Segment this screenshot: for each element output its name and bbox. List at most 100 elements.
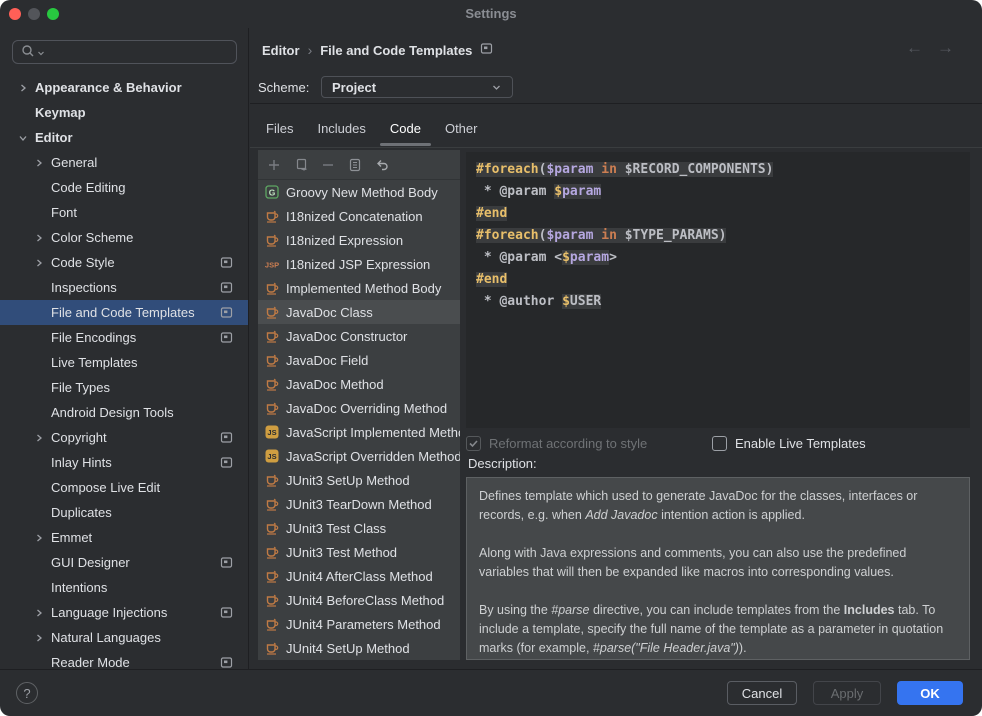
sidebar-item-label: File Encodings [51, 330, 136, 345]
sidebar-item-file-and-code-templates[interactable]: File and Code Templates [0, 300, 248, 325]
forward-arrow-icon[interactable]: → [937, 38, 954, 58]
sidebar-item-label: Reader Mode [51, 655, 130, 669]
sidebar-item-android-design-tools[interactable]: Android Design Tools [0, 400, 248, 425]
scheme-value: Project [332, 80, 376, 95]
cancel-button[interactable]: Cancel [727, 681, 797, 705]
search-history-chevron-icon[interactable] [37, 45, 45, 60]
live-templates-checkbox[interactable] [712, 436, 727, 451]
sidebar-item-language-injections[interactable]: Language Injections [0, 600, 248, 625]
template-item-javascript-implemented-method[interactable]: JSJavaScript Implemented Method [258, 420, 460, 444]
sidebar-item-label: Color Scheme [51, 230, 133, 245]
chevron-right-icon[interactable] [16, 83, 30, 93]
project-level-icon [220, 306, 233, 319]
template-item-i18nized-concatenation[interactable]: I18nized Concatenation [258, 204, 460, 228]
tabs-divider [250, 147, 982, 148]
sidebar-item-gui-designer[interactable]: GUI Designer [0, 550, 248, 575]
template-item-javadoc-constructor[interactable]: JavaDoc Constructor [258, 324, 460, 348]
breadcrumb-separator-icon: › [308, 42, 313, 58]
template-item-label: JUnit4 BeforeClass Method [286, 593, 444, 608]
template-item-implemented-method-body[interactable]: Implemented Method Body [258, 276, 460, 300]
template-item-javadoc-class[interactable]: JavaDoc Class [258, 300, 460, 324]
sidebar-item-inlay-hints[interactable]: Inlay Hints [0, 450, 248, 475]
template-item-i18nized-jsp-expression[interactable]: JSPI18nized JSP Expression [258, 252, 460, 276]
tab-includes[interactable]: Includes [307, 116, 375, 142]
plus-icon[interactable] [265, 156, 283, 174]
help-icon: ? [23, 686, 30, 701]
tab-files[interactable]: Files [256, 116, 303, 142]
reformat-option[interactable]: Reformat according to style [466, 436, 647, 451]
template-item-junit4-setup-method[interactable]: JUnit4 SetUp Method [258, 636, 460, 660]
duplicate-icon[interactable] [292, 156, 310, 174]
sidebar-item-file-encodings[interactable]: File Encodings [0, 325, 248, 350]
template-item-junit3-test-class[interactable]: JUnit3 Test Class [258, 516, 460, 540]
search-input[interactable] [47, 45, 207, 60]
template-code-editor[interactable]: #foreach($param in $RECORD_COMPONENTS) *… [466, 152, 970, 428]
sidebar-item-inspections[interactable]: Inspections [0, 275, 248, 300]
footer-bar: ? Cancel Apply OK [0, 669, 982, 716]
template-item-label: JUnit4 SetUp Method [286, 641, 410, 656]
sidebar-item-editor[interactable]: Editor [0, 125, 248, 150]
sidebar-item-code-editing[interactable]: Code Editing [0, 175, 248, 200]
undo-icon[interactable] [373, 156, 391, 174]
sidebar-item-intentions[interactable]: Intentions [0, 575, 248, 600]
copy-icon[interactable] [346, 156, 364, 174]
sidebar-item-duplicates[interactable]: Duplicates [0, 500, 248, 525]
sidebar-item-file-types[interactable]: File Types [0, 375, 248, 400]
template-item-i18nized-expression[interactable]: I18nized Expression [258, 228, 460, 252]
back-arrow-icon[interactable]: ← [906, 38, 923, 58]
sidebar-item-font[interactable]: Font [0, 200, 248, 225]
sidebar-item-natural-languages[interactable]: Natural Languages [0, 625, 248, 650]
chevron-right-icon[interactable] [32, 433, 46, 443]
template-item-label: JavaDoc Overriding Method [286, 401, 447, 416]
breadcrumb-editor[interactable]: Editor [262, 43, 300, 58]
chevron-right-icon[interactable] [32, 633, 46, 643]
chevron-down-icon[interactable] [16, 133, 30, 143]
sidebar-item-copyright[interactable]: Copyright [0, 425, 248, 450]
chevron-right-icon[interactable] [32, 158, 46, 168]
sidebar-item-color-scheme[interactable]: Color Scheme [0, 225, 248, 250]
sidebar-item-label: Code Style [51, 255, 115, 270]
svg-text:JS: JS [267, 428, 276, 437]
apply-button[interactable]: Apply [813, 681, 881, 705]
cup-icon [264, 305, 280, 319]
ok-button[interactable]: OK [897, 681, 963, 705]
template-item-junit3-teardown-method[interactable]: JUnit3 TearDown Method [258, 492, 460, 516]
scheme-dropdown[interactable]: Project [321, 76, 513, 98]
chevron-right-icon[interactable] [32, 533, 46, 543]
template-item-junit3-setup-method[interactable]: JUnit3 SetUp Method [258, 468, 460, 492]
template-item-junit4-parameters-method[interactable]: JUnit4 Parameters Method [258, 612, 460, 636]
reformat-checkbox[interactable] [466, 436, 481, 451]
template-item-label: JUnit3 Test Method [286, 545, 397, 560]
sidebar-item-code-style[interactable]: Code Style [0, 250, 248, 275]
tab-code[interactable]: Code [380, 116, 431, 142]
live-templates-option[interactable]: Enable Live Templates [712, 436, 866, 451]
sidebar-item-live-templates[interactable]: Live Templates [0, 350, 248, 375]
template-item-javadoc-overriding-method[interactable]: JavaDoc Overriding Method [258, 396, 460, 420]
cup-icon [264, 569, 280, 583]
minus-icon[interactable] [319, 156, 337, 174]
template-item-javascript-overridden-method[interactable]: JSJavaScript Overridden Method [258, 444, 460, 468]
svg-text:JSP: JSP [265, 261, 279, 270]
template-item-junit4-beforeclass-method[interactable]: JUnit4 BeforeClass Method [258, 588, 460, 612]
search-field[interactable] [12, 40, 237, 64]
template-item-label: JavaDoc Method [286, 377, 384, 392]
template-item-junit3-test-method[interactable]: JUnit3 Test Method [258, 540, 460, 564]
template-item-javadoc-field[interactable]: JavaDoc Field [258, 348, 460, 372]
template-item-groovy-new-method-body[interactable]: GGroovy New Method Body [258, 180, 460, 204]
chevron-right-icon[interactable] [32, 258, 46, 268]
sidebar-item-keymap[interactable]: Keymap [0, 100, 248, 125]
sidebar-item-emmet[interactable]: Emmet [0, 525, 248, 550]
sidebar-item-appearance-behavior[interactable]: Appearance & Behavior [0, 75, 248, 100]
chevron-right-icon[interactable] [32, 608, 46, 618]
sidebar-item-general[interactable]: General [0, 150, 248, 175]
template-list-panel: GGroovy New Method BodyI18nized Concaten… [258, 150, 460, 660]
template-item-javadoc-method[interactable]: JavaDoc Method [258, 372, 460, 396]
tab-other[interactable]: Other [435, 116, 488, 142]
description-label: Description: [468, 456, 537, 471]
chevron-right-icon[interactable] [32, 233, 46, 243]
template-list: GGroovy New Method BodyI18nized Concaten… [258, 180, 460, 660]
help-button[interactable]: ? [16, 682, 38, 704]
sidebar-item-compose-live-edit[interactable]: Compose Live Edit [0, 475, 248, 500]
sidebar-item-reader-mode[interactable]: Reader Mode [0, 650, 248, 669]
template-item-junit4-afterclass-method[interactable]: JUnit4 AfterClass Method [258, 564, 460, 588]
